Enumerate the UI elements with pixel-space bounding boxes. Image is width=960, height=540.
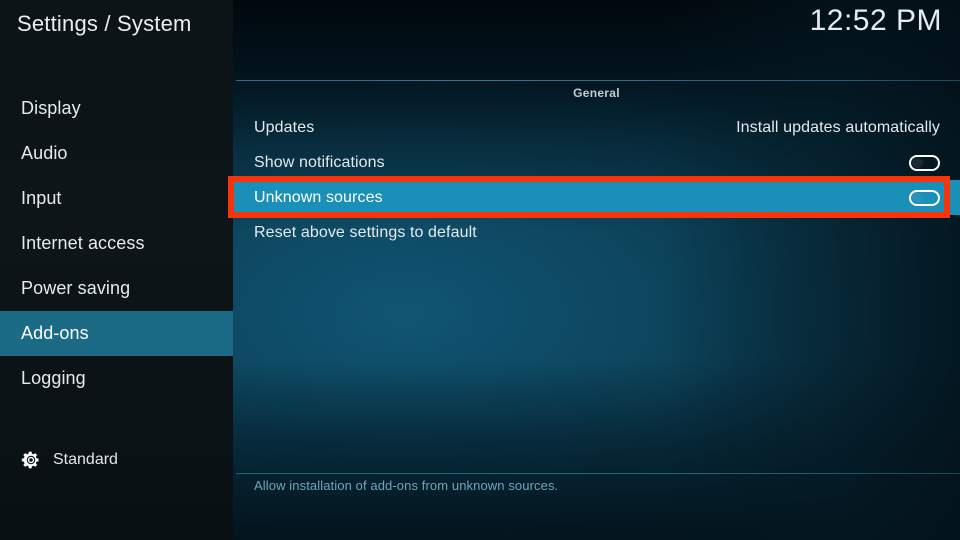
kodi-settings-screen: 12:52 PM Settings / System Display Audio…: [0, 0, 960, 540]
setting-row-unknown-sources[interactable]: Unknown sources: [233, 180, 960, 215]
sidebar-item-logging[interactable]: Logging: [0, 356, 233, 401]
sidebar-item-label: Power saving: [21, 278, 131, 298]
setting-description: Allow installation of add-ons from unkno…: [254, 478, 559, 493]
sidebar-item-label: Audio: [21, 143, 68, 163]
settings-level-selector[interactable]: Standard: [21, 450, 118, 470]
sidebar-item-internet-access[interactable]: Internet access: [0, 221, 233, 266]
settings-content: General Updates Install updates automati…: [228, 0, 960, 540]
setting-label: Reset above settings to default: [254, 223, 477, 241]
page-title: Settings / System: [17, 11, 192, 36]
sidebar-item-display[interactable]: Display: [0, 86, 233, 131]
sidebar-item-power-saving[interactable]: Power saving: [0, 266, 233, 311]
settings-list: Updates Install updates automatically Sh…: [233, 110, 960, 250]
sidebar-item-label: Add-ons: [21, 323, 89, 343]
sidebar-item-label: Display: [21, 98, 81, 118]
setting-row-show-notifications[interactable]: Show notifications: [233, 145, 960, 180]
content-top-divider: [236, 80, 960, 81]
sidebar-item-label: Internet access: [21, 233, 145, 253]
unknown-sources-toggle[interactable]: [909, 189, 940, 206]
gear-icon: [21, 450, 41, 470]
sidebar-item-audio[interactable]: Audio: [0, 131, 233, 176]
settings-level-label: Standard: [53, 451, 118, 468]
sidebar-item-label: Input: [21, 188, 62, 208]
sidebar-item-input[interactable]: Input: [0, 176, 233, 221]
setting-row-updates[interactable]: Updates Install updates automatically: [233, 110, 960, 145]
toggle-knob: [912, 157, 923, 168]
sidebar: Settings / System Display Audio Input In…: [0, 0, 233, 540]
show-notifications-toggle[interactable]: [909, 154, 940, 171]
sidebar-item-label: Logging: [21, 368, 86, 388]
setting-label: Unknown sources: [254, 188, 383, 206]
sidebar-item-add-ons[interactable]: Add-ons: [0, 311, 233, 356]
setting-row-reset-to-default[interactable]: Reset above settings to default: [233, 215, 960, 250]
setting-label: Updates: [254, 118, 315, 136]
sidebar-nav: Display Audio Input Internet access Powe…: [0, 86, 233, 401]
toggle-knob: [912, 192, 923, 203]
settings-group-header: General: [573, 86, 620, 100]
setting-label: Show notifications: [254, 153, 385, 171]
content-bottom-divider: [236, 473, 960, 474]
setting-value: Install updates automatically: [736, 118, 940, 136]
